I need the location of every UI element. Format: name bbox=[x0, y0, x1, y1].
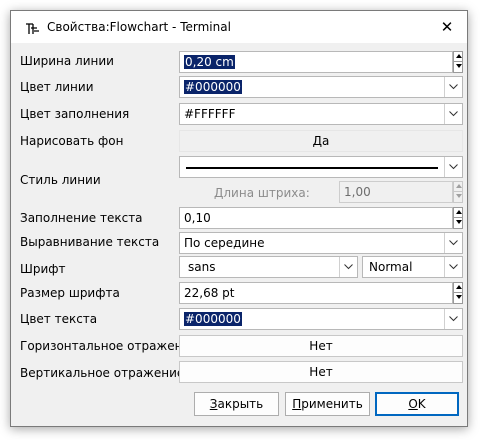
line-style-combo[interactable] bbox=[179, 156, 463, 178]
line-style-label: Стиль линии bbox=[20, 173, 101, 187]
font-family-value: sans bbox=[188, 260, 216, 274]
font-style-value: Normal bbox=[369, 260, 413, 274]
text-alignment-label: Выравнивание текста bbox=[20, 235, 160, 249]
text-alignment-value: По середине bbox=[184, 236, 265, 250]
dash-length-input: 1,00 bbox=[339, 181, 453, 203]
spin-up-icon bbox=[454, 182, 462, 192]
flip-horizontal-toggle[interactable]: Нет bbox=[179, 335, 463, 357]
line-width-input[interactable]: 0,20 cm bbox=[179, 51, 453, 73]
dash-length-spinner bbox=[453, 181, 463, 203]
font-size-input[interactable]: 22,68 pt bbox=[179, 282, 453, 304]
properties-dialog: Свойства:Flowchart - Terminal ✕ Ширина л… bbox=[10, 10, 468, 427]
text-color-value: #000000 bbox=[184, 312, 242, 326]
text-color-combo[interactable]: #000000 bbox=[179, 308, 463, 330]
ok-button-label: K bbox=[417, 397, 426, 411]
title-bar: Свойства:Flowchart - Terminal ✕ bbox=[11, 11, 467, 43]
apply-button[interactable]: Применить bbox=[285, 392, 370, 416]
flip-vertical-toggle[interactable]: Нет bbox=[179, 361, 463, 383]
apply-button-accel: П bbox=[292, 397, 302, 411]
spin-down-icon[interactable] bbox=[454, 62, 462, 72]
ok-button[interactable]: OK bbox=[375, 392, 459, 416]
chevron-down-icon[interactable] bbox=[339, 257, 357, 277]
window-title: Свойства:Flowchart - Terminal bbox=[47, 20, 231, 34]
ok-button-accel: O bbox=[408, 397, 418, 411]
line-width-label: Ширина линии bbox=[20, 54, 114, 68]
chevron-down-icon[interactable] bbox=[444, 104, 462, 124]
dash-length-label: Длина штриха: bbox=[214, 186, 310, 200]
draw-background-label: Нарисовать фон bbox=[20, 134, 124, 148]
font-size-label: Размер шрифта bbox=[20, 286, 120, 300]
spin-up-icon[interactable] bbox=[454, 52, 462, 62]
fill-color-label: Цвет заполнения bbox=[20, 107, 130, 121]
spin-up-icon[interactable] bbox=[454, 283, 462, 293]
chevron-down-icon[interactable] bbox=[444, 257, 462, 277]
font-size-spinner[interactable] bbox=[453, 282, 463, 304]
chevron-down-icon[interactable] bbox=[444, 157, 462, 177]
text-padding-spinner[interactable] bbox=[453, 207, 463, 229]
close-icon[interactable]: ✕ bbox=[433, 15, 461, 39]
line-width-value: 0,20 cm bbox=[184, 55, 235, 69]
text-padding-value: 0,10 bbox=[184, 211, 211, 225]
line-width-spinner[interactable] bbox=[453, 51, 463, 73]
fill-color-combo[interactable]: #FFFFFF bbox=[179, 103, 463, 125]
text-alignment-combo[interactable]: По середине bbox=[179, 232, 463, 254]
line-color-value: #000000 bbox=[184, 80, 242, 94]
font-size-value: 22,68 pt bbox=[184, 286, 235, 300]
spin-down-icon[interactable] bbox=[454, 218, 462, 228]
dash-length-value: 1,00 bbox=[344, 185, 371, 199]
line-color-label: Цвет линии bbox=[20, 80, 94, 94]
font-family-combo[interactable]: sans bbox=[179, 256, 358, 278]
draw-background-toggle[interactable]: Да bbox=[179, 130, 463, 152]
chevron-down-icon[interactable] bbox=[444, 309, 462, 329]
flip-vertical-label: Вертикальное отражение bbox=[20, 366, 185, 380]
flip-horizontal-label: Горизонтальное отражение bbox=[20, 339, 198, 353]
text-padding-input[interactable]: 0,10 bbox=[179, 207, 453, 229]
font-label: Шрифт bbox=[20, 262, 66, 276]
close-button[interactable]: Закрыть bbox=[194, 392, 279, 416]
apply-button-label: рименить bbox=[301, 397, 363, 411]
line-style-preview bbox=[186, 167, 438, 169]
line-color-combo[interactable]: #000000 bbox=[179, 76, 463, 98]
spin-down-icon[interactable] bbox=[454, 293, 462, 303]
fill-color-value: #FFFFFF bbox=[184, 107, 236, 121]
chevron-down-icon[interactable] bbox=[444, 77, 462, 97]
chevron-down-icon[interactable] bbox=[444, 233, 462, 253]
text-padding-label: Заполнение текста bbox=[20, 211, 143, 225]
app-icon bbox=[24, 22, 40, 39]
close-button-label: акрыть bbox=[217, 397, 264, 411]
text-color-label: Цвет текста bbox=[20, 312, 98, 326]
spin-up-icon[interactable] bbox=[454, 208, 462, 218]
spin-down-icon bbox=[454, 192, 462, 202]
